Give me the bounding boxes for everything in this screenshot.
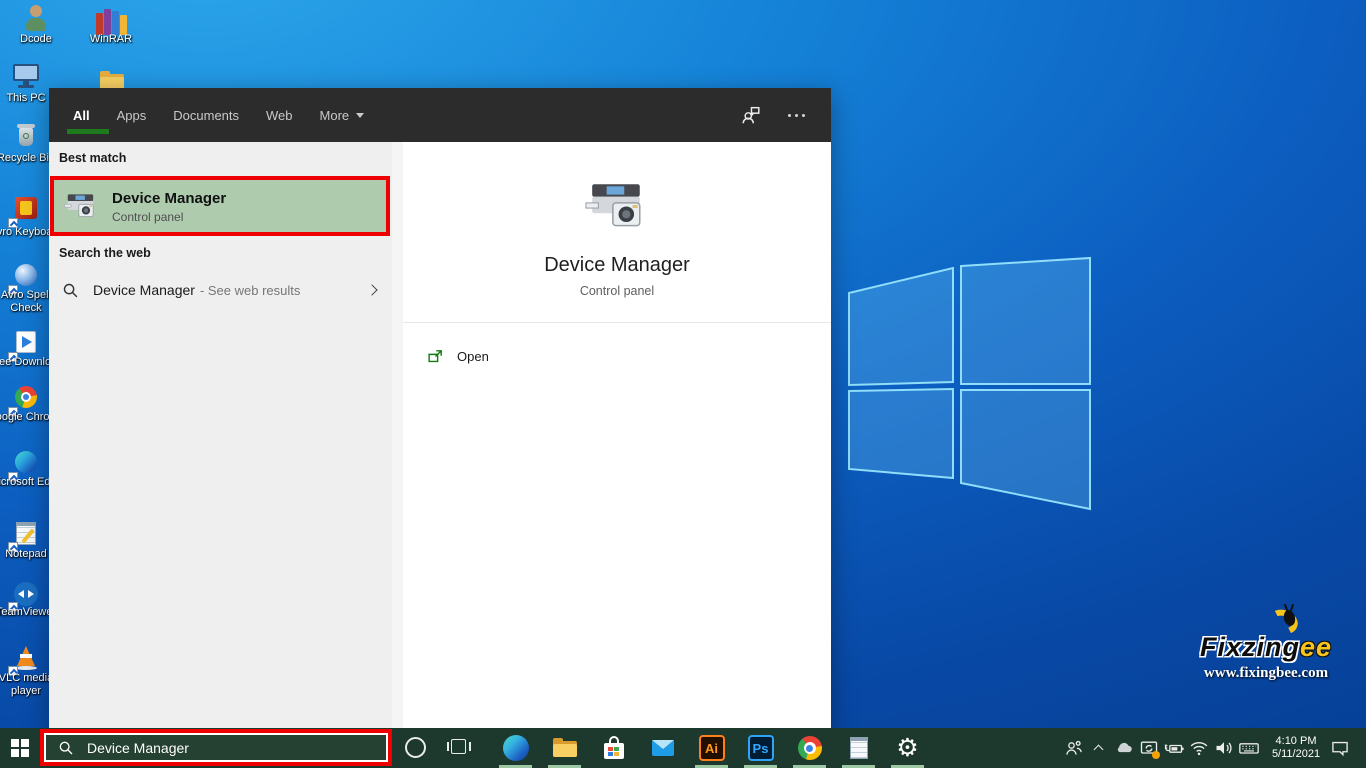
- device-manager-result-icon: [63, 190, 99, 222]
- photoshop-icon: Ps: [747, 735, 774, 761]
- tab-all[interactable]: All: [67, 88, 109, 142]
- clock-time: 4:10 PM: [1275, 734, 1317, 747]
- scrollbar-track[interactable]: [392, 142, 403, 728]
- taskbar-app-store[interactable]: [589, 728, 638, 768]
- search-icon: [59, 741, 73, 754]
- bee-icon: [1265, 603, 1306, 639]
- power-battery-icon[interactable]: [1161, 728, 1186, 768]
- action-center-icon[interactable]: [1327, 728, 1352, 768]
- notepad-taskbar-icon: [846, 735, 872, 761]
- chrome-icon: [797, 735, 823, 761]
- winrar-icon[interactable]: [95, 3, 127, 35]
- annotation-box-best-match: Device Manager Control panel: [50, 176, 390, 236]
- tab-apps-label: Apps: [116, 107, 147, 123]
- taskbar-app-chrome[interactable]: [785, 728, 834, 768]
- tab-web-label: Web: [266, 107, 293, 123]
- gear-icon: [896, 735, 918, 761]
- mail-icon: [650, 735, 676, 761]
- recycle-bin-icon[interactable]: [10, 120, 42, 152]
- taskbar-app-settings[interactable]: [883, 728, 932, 768]
- illustrator-icon: Ai: [698, 735, 725, 761]
- desktop[interactable]: Dcode WinRAR This PC Recycle Bin Avro Ke…: [0, 0, 1366, 768]
- onedrive-cloud-icon[interactable]: [1111, 728, 1136, 768]
- brand-text-black: Fixzing: [1199, 632, 1300, 662]
- vlc-icon[interactable]: [8, 642, 42, 676]
- winrar-label: WinRAR: [89, 33, 133, 45]
- taskbar-app-edge[interactable]: [491, 728, 540, 768]
- dcode-icon[interactable]: [20, 3, 52, 35]
- best-match-result[interactable]: Device Manager Control panel: [112, 189, 226, 224]
- start-button[interactable]: [0, 728, 40, 768]
- taskbar-app-photoshop[interactable]: Ps: [736, 728, 785, 768]
- touch-keyboard-icon[interactable]: [1236, 728, 1261, 768]
- feedback-user-icon[interactable]: [740, 104, 762, 126]
- sync-display-icon[interactable]: [1136, 728, 1161, 768]
- chevron-up-icon[interactable]: [1086, 728, 1111, 768]
- fixingbee-watermark: Fixzingee www.fixingbee.com: [1178, 603, 1354, 682]
- tab-web[interactable]: Web: [266, 88, 293, 142]
- clock-date: 5/11/2021: [1271, 748, 1321, 760]
- open-action[interactable]: Open: [403, 348, 831, 365]
- brand-text-yellow: ee: [1299, 632, 1333, 662]
- tab-more[interactable]: More: [320, 88, 365, 142]
- search-input-value: Device Manager: [87, 739, 189, 756]
- people-icon[interactable]: [1061, 728, 1086, 768]
- edge-icon: [502, 735, 529, 761]
- file-explorer-icon: [552, 735, 578, 761]
- open-label: Open: [457, 349, 489, 364]
- taskbar-app-file-explorer[interactable]: [540, 728, 589, 768]
- preview-subtitle: Control panel: [579, 284, 655, 298]
- taskbar: Device Manager Ai Ps ⚙ 4:10 PM 5/11/2021: [0, 728, 1366, 768]
- best-match-subtitle: Control panel: [112, 209, 184, 224]
- best-match-header: Best match: [59, 151, 127, 165]
- search-panel-header: All Apps Documents Web More: [49, 88, 831, 142]
- taskbar-app-illustrator[interactable]: Ai: [687, 728, 736, 768]
- this-pc-icon[interactable]: [10, 60, 42, 92]
- device-manager-preview-icon: [583, 176, 651, 236]
- cortana-button[interactable]: [405, 737, 426, 758]
- web-result-row[interactable]: Device Manager - See web results: [49, 270, 392, 310]
- web-result-query: Device Manager: [93, 282, 195, 298]
- windows-logo-icon: [11, 739, 29, 757]
- web-result-note: - See web results: [199, 282, 301, 298]
- open-launch-icon: [428, 350, 442, 363]
- start-search-panel: All Apps Documents Web More Best match D…: [49, 88, 831, 728]
- watermark-url: www.fixingbee.com: [1203, 665, 1329, 681]
- search-results-list: Best match Device Manager Control panel …: [49, 142, 392, 728]
- dcode-label: Dcode: [20, 33, 52, 45]
- result-preview-pane: Device Manager Control panel Open: [403, 142, 831, 728]
- active-tab-underline: [67, 129, 109, 134]
- tab-apps[interactable]: Apps: [117, 88, 147, 142]
- speaker-icon[interactable]: [1211, 728, 1236, 768]
- tab-more-label: More: [319, 107, 350, 123]
- search-icon: [63, 283, 78, 297]
- avro-keyboard-icon[interactable]: [8, 194, 42, 228]
- taskbar-app-notepad[interactable]: [834, 728, 883, 768]
- taskbar-app-mail[interactable]: [638, 728, 687, 768]
- tab-all-label: All: [73, 107, 90, 123]
- preview-title: Device Manager: [544, 254, 690, 276]
- preview-divider: [403, 322, 831, 323]
- taskbar-search-box annotation-box-search[interactable]: Device Manager: [40, 729, 392, 766]
- taskbar-clock[interactable]: 4:10 PM 5/11/2021: [1265, 735, 1327, 762]
- tab-documents-label: Documents: [173, 107, 240, 123]
- more-options-icon[interactable]: [788, 113, 805, 117]
- task-view-button[interactable]: [447, 739, 471, 756]
- fixingbee-logo: Fixzingee: [1178, 603, 1354, 664]
- chevron-down-icon: [356, 113, 365, 122]
- tab-documents[interactable]: Documents: [173, 88, 239, 142]
- search-the-web-header: Search the web: [59, 246, 151, 260]
- chevron-right-icon: [366, 284, 378, 296]
- notepad-icon[interactable]: [8, 518, 42, 552]
- notification-dot: [1152, 751, 1160, 759]
- microsoft-store-icon: [601, 735, 627, 761]
- best-match-title: Device Manager: [112, 189, 227, 207]
- wifi-icon[interactable]: [1186, 728, 1211, 768]
